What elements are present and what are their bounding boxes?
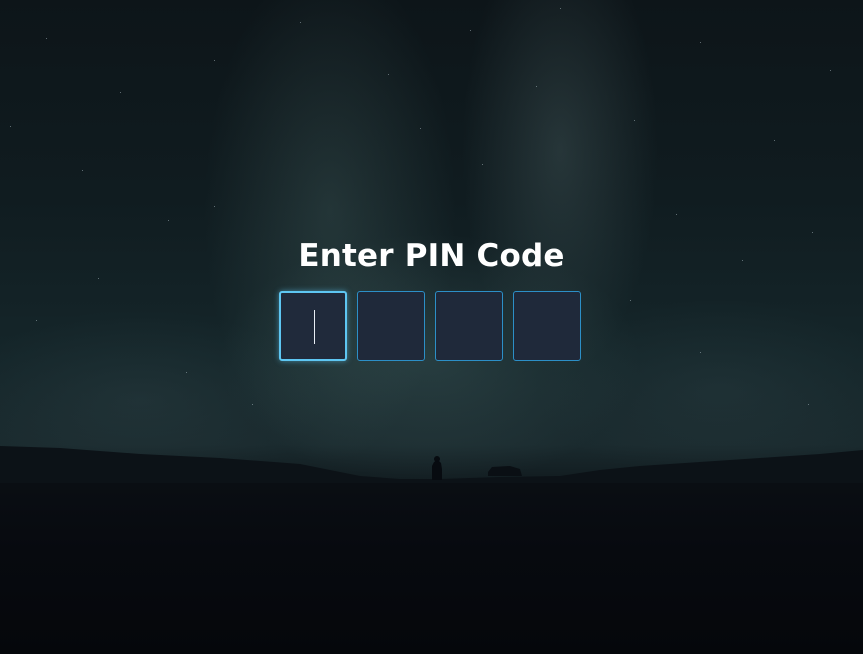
pin-input-group [279,291,583,363]
pin-digit-2[interactable] [357,291,425,361]
text-caret [314,310,315,344]
pin-digit-3[interactable] [435,291,503,361]
horizon-silhouette [0,446,863,486]
ground [0,483,863,654]
pin-digit-4[interactable] [513,291,581,361]
page-title: Enter PIN Code [298,238,565,274]
pin-digit-1[interactable] [279,291,347,361]
